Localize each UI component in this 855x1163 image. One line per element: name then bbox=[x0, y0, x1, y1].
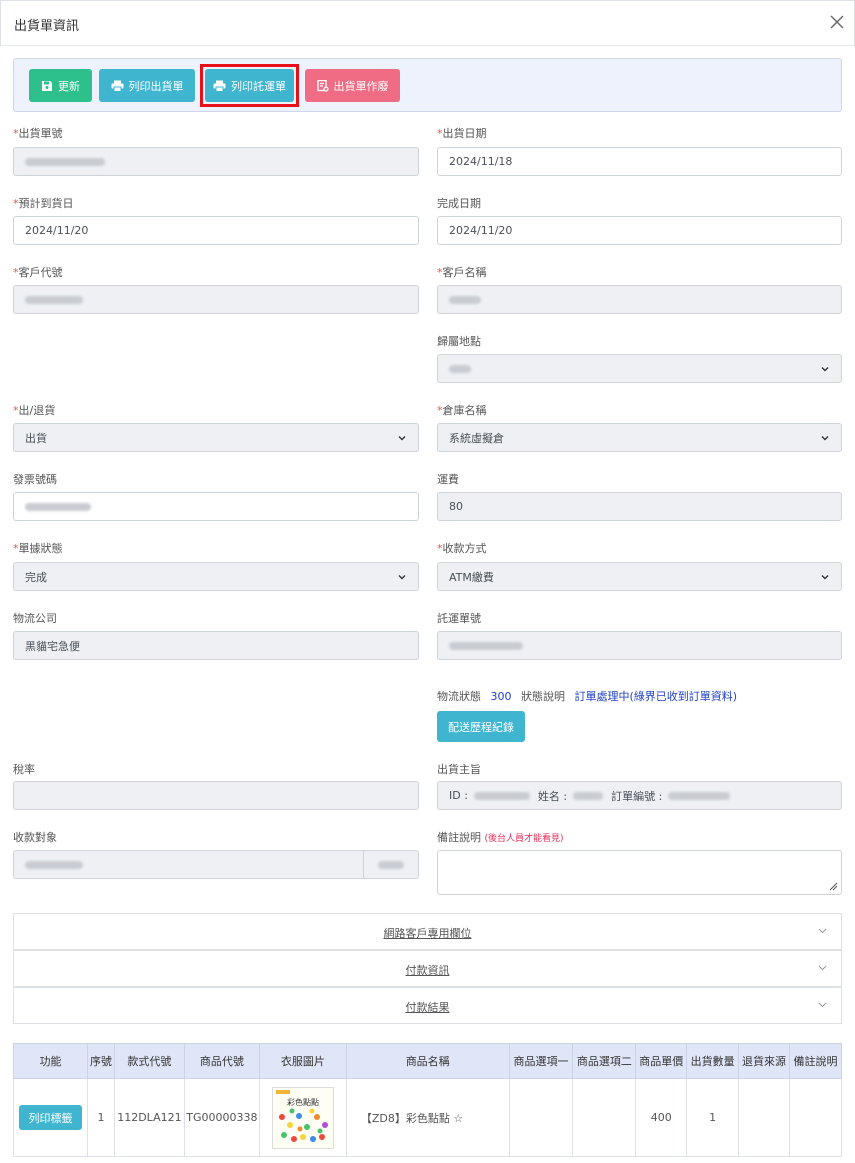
void-shipping-button[interactable]: 出貨單作廢 bbox=[305, 69, 400, 102]
cell-option2 bbox=[572, 1078, 637, 1157]
col-qty: 出貨數量 bbox=[686, 1043, 740, 1079]
cell-price: 400 bbox=[635, 1078, 688, 1157]
print-label-button[interactable]: 列印標籤 bbox=[18, 1105, 82, 1130]
col-image: 衣服圖片 bbox=[258, 1043, 347, 1079]
modal-header bbox=[0, 0, 855, 46]
ship-subject-field: ID : 姓名 : 訂單編號 : bbox=[437, 781, 842, 810]
printer-icon bbox=[111, 80, 123, 92]
table-row: 列印標籤 1 112DLA121 TG00000338 彩色點點 【ZD8】彩色… bbox=[13, 1078, 842, 1157]
shipping-no-field bbox=[13, 147, 419, 176]
payee-field bbox=[13, 850, 364, 879]
chevron-down-icon bbox=[818, 965, 827, 971]
cell-return-source bbox=[738, 1078, 790, 1157]
freight-field: 80 bbox=[437, 492, 842, 521]
location-label: 歸屬地點 bbox=[437, 335, 481, 348]
chevron-down-icon bbox=[821, 575, 829, 580]
shipping-no-label: *出貨單號 bbox=[13, 127, 63, 140]
col-product-code: 商品代號 bbox=[183, 1043, 260, 1079]
print-shipping-label: 列印出貨單 bbox=[128, 79, 184, 93]
cell-qty: 1 bbox=[686, 1078, 740, 1157]
print-consign-label: 列印託運單 bbox=[231, 79, 286, 93]
delivery-history-button[interactable]: 配送歷程紀錄 bbox=[437, 711, 525, 742]
customer-name-label: *客戶名稱 bbox=[437, 266, 487, 279]
modal-title: 出貨單資訊 bbox=[14, 19, 80, 34]
col-action: 功能 bbox=[13, 1043, 88, 1079]
accordion-payment-info[interactable]: 付款資訊 bbox=[13, 950, 842, 987]
shipping-items-table: 功能 序號 款式代號 商品代號 衣服圖片 商品名稱 商品選項一 商品選項二 商品… bbox=[13, 1043, 842, 1157]
col-remark: 備註說明 bbox=[789, 1043, 842, 1079]
chevron-down-icon bbox=[818, 928, 827, 934]
logistics-field: 黑貓宅急便 bbox=[13, 631, 419, 660]
chevron-down-icon bbox=[821, 436, 829, 441]
print-consign-button[interactable]: 列印託運單 bbox=[205, 69, 294, 102]
est-arrival-field[interactable]: 2024/11/20 bbox=[13, 216, 419, 245]
chevron-down-icon bbox=[398, 436, 406, 441]
ship-date-label: *出貨日期 bbox=[437, 127, 487, 140]
col-style-code: 款式代號 bbox=[113, 1043, 185, 1079]
product-image[interactable]: 彩色點點 bbox=[271, 1086, 334, 1149]
in-out-select[interactable]: 出貨 bbox=[13, 423, 419, 452]
cell-seq: 1 bbox=[86, 1078, 115, 1157]
doc-status-label: *單據狀態 bbox=[13, 542, 63, 555]
ship-date-field[interactable]: 2024/11/18 bbox=[437, 147, 842, 176]
col-option2: 商品選項二 bbox=[572, 1043, 637, 1079]
void-document-icon bbox=[316, 79, 329, 92]
update-button[interactable]: 更新 bbox=[29, 69, 92, 102]
save-icon bbox=[42, 80, 52, 91]
warehouse-select[interactable]: 系統虛擬倉 bbox=[437, 423, 842, 452]
accordion-payment-result[interactable]: 付款結果 bbox=[13, 987, 842, 1024]
payment-select[interactable]: ATM繳費 bbox=[437, 562, 842, 591]
accordion-online-customer[interactable]: 網路客戶專用欄位 bbox=[13, 913, 842, 950]
est-arrival-label: *預計到貨日 bbox=[13, 197, 74, 210]
cell-product-code: TG00000338 bbox=[183, 1078, 260, 1157]
cell-option1 bbox=[508, 1078, 574, 1157]
chevron-down-icon bbox=[818, 1002, 827, 1008]
payee-label: 收款對象 bbox=[13, 831, 57, 844]
payee-name-addon bbox=[363, 850, 419, 879]
cell-style-code: 112DLA121 bbox=[113, 1078, 185, 1157]
cell-remark bbox=[789, 1078, 842, 1157]
finish-date-label: 完成日期 bbox=[437, 197, 481, 210]
tax-field bbox=[13, 781, 419, 810]
location-select[interactable] bbox=[437, 354, 842, 383]
close-icon[interactable] bbox=[828, 13, 846, 31]
remark-textarea[interactable] bbox=[437, 850, 842, 895]
invoice-field[interactable] bbox=[13, 492, 419, 521]
invoice-label: 發票號碼 bbox=[13, 473, 57, 486]
ship-subject-label: 出貨主旨 bbox=[437, 763, 481, 776]
col-product-name: 商品名稱 bbox=[345, 1043, 510, 1079]
printer-icon bbox=[213, 80, 226, 92]
col-return-source: 退貨來源 bbox=[738, 1043, 790, 1079]
customer-name-field bbox=[437, 285, 842, 314]
customer-code-label: *客戶代號 bbox=[13, 266, 63, 279]
resize-handle-icon[interactable] bbox=[829, 882, 838, 891]
cell-image: 彩色點點 bbox=[258, 1078, 347, 1157]
cell-product-name: 【ZD8】彩色點點 ☆ bbox=[345, 1078, 510, 1157]
col-seq: 序號 bbox=[86, 1043, 115, 1079]
print-shipping-button[interactable]: 列印出貨單 bbox=[99, 69, 195, 102]
tracking-field bbox=[437, 631, 842, 660]
logistics-label: 物流公司 bbox=[13, 612, 57, 625]
tracking-label: 託運單號 bbox=[437, 612, 481, 625]
update-label: 更新 bbox=[58, 79, 80, 93]
customer-code-field bbox=[13, 285, 419, 314]
payment-label: *收款方式 bbox=[437, 542, 487, 555]
chevron-down-icon bbox=[821, 367, 829, 372]
finish-date-field[interactable]: 2024/11/20 bbox=[437, 216, 842, 245]
tax-label: 稅率 bbox=[13, 763, 35, 776]
remark-label: 備註說明 (後台人員才能看見) bbox=[437, 831, 564, 844]
logistics-status-line: 物流狀態 300 狀態說明 訂單處理中(綠界已收到訂單資料) bbox=[437, 690, 738, 703]
freight-label: 運費 bbox=[437, 473, 459, 486]
svg-text:彩色點點: 彩色點點 bbox=[287, 1097, 319, 1107]
cell-action: 列印標籤 bbox=[13, 1078, 88, 1157]
in-out-label: *出/退貨 bbox=[13, 404, 56, 417]
table-header-row: 功能 序號 款式代號 商品代號 衣服圖片 商品名稱 商品選項一 商品選項二 商品… bbox=[13, 1043, 842, 1079]
warehouse-label: *倉庫名稱 bbox=[437, 404, 487, 417]
void-shipping-label: 出貨單作廢 bbox=[333, 79, 389, 93]
chevron-down-icon bbox=[398, 575, 406, 580]
doc-status-select[interactable]: 完成 bbox=[13, 562, 419, 591]
col-price: 商品單價 bbox=[635, 1043, 688, 1079]
col-option1: 商品選項一 bbox=[508, 1043, 574, 1079]
